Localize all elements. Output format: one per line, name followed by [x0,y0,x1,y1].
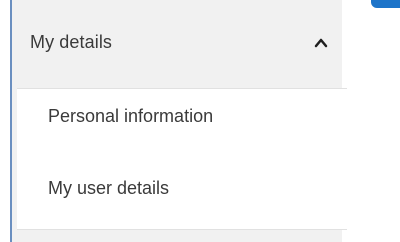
menu-item-my-user-details[interactable]: My user details [48,178,169,199]
my-details-section-header[interactable]: My details [12,0,342,88]
top-accent-button[interactable] [371,0,400,8]
section-title: My details [30,32,113,52]
my-details-submenu: Personal information My user details [17,88,347,230]
chevron-up-icon[interactable] [314,36,328,50]
page: My details Personal information My user … [0,0,400,242]
menu-item-personal-information[interactable]: Personal information [48,106,213,127]
side-navigation-panel: My details Personal information My user … [10,0,347,242]
